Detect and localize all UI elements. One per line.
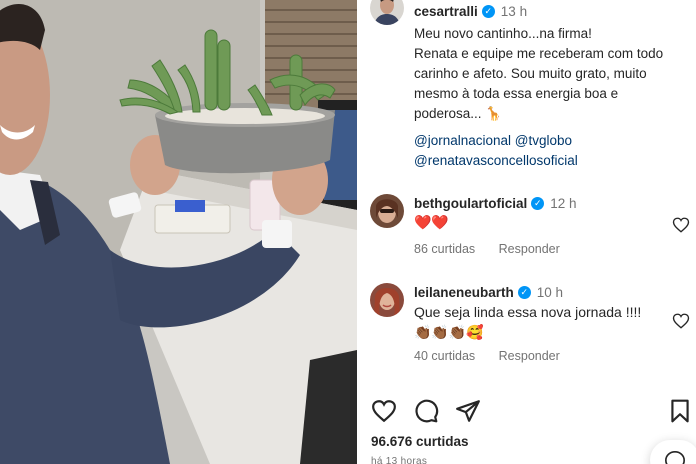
commenter-avatar[interactable] <box>370 194 404 228</box>
heart-icon[interactable] <box>672 216 690 234</box>
commenter-username[interactable]: bethgoulartoficial <box>414 196 527 211</box>
post-time: 13 h <box>500 3 528 19</box>
post-date: há 13 horas <box>371 456 428 464</box>
comment-likes[interactable]: 40 curtidas <box>414 349 475 363</box>
comment-text: ❤️❤️ <box>414 214 449 230</box>
author-username[interactable]: cesartralli <box>414 4 478 19</box>
post-likes-count[interactable]: 96.676 curtidas <box>371 434 469 449</box>
post-header: cesartralli ✓ 13 h <box>370 0 528 25</box>
verified-icon: ✓ <box>531 196 545 210</box>
messages-button[interactable] <box>650 440 696 464</box>
comment-time: 12 h <box>550 195 577 211</box>
mention-link[interactable]: @renatavasconcellosoficial <box>414 151 578 171</box>
comment-likes[interactable]: 86 curtidas <box>414 242 475 256</box>
reply-button[interactable]: Responder <box>499 242 560 256</box>
commenter-username[interactable]: leilaneneubarth <box>414 285 514 300</box>
messenger-icon <box>665 451 685 464</box>
comment-header: leilaneneubarth ✓ 10 h <box>414 283 563 301</box>
comment-emojis: 👏🏾👏🏾👏🏾🥰 <box>414 324 484 340</box>
mention-link[interactable]: @jornalnacional @tvglobo <box>414 131 578 151</box>
heart-icon[interactable] <box>371 398 397 424</box>
post-actions <box>371 398 691 426</box>
comment-meta: 86 curtidas Responder <box>414 242 580 256</box>
comment-icon[interactable] <box>413 398 439 424</box>
post-photo <box>0 0 357 464</box>
bookmark-icon[interactable] <box>667 398 693 424</box>
caption-mentions: @jornalnacional @tvglobo @renatavasconce… <box>414 131 578 171</box>
reply-button[interactable]: Responder <box>499 349 560 363</box>
share-icon[interactable] <box>455 398 481 424</box>
comment-header: bethgoulartoficial ✓ 12 h <box>414 194 577 212</box>
post-panel: cesartralli ✓ 13 h Meu novo cantinho...n… <box>357 0 696 464</box>
verified-icon: ✓ <box>481 4 495 18</box>
caption-text: Meu novo cantinho...na firma! Renata e e… <box>414 26 664 121</box>
comment-text: Que seja linda essa nova jornada !!!! <box>414 304 642 320</box>
comment-meta: 40 curtidas Responder <box>414 349 580 363</box>
commenter-avatar[interactable] <box>370 283 404 317</box>
comment-time: 10 h <box>536 284 564 300</box>
post-caption: Meu novo cantinho...na firma! Renata e e… <box>414 24 689 124</box>
comment-item: leilaneneubarth ✓ 10 h Que seja linda es… <box>370 283 690 368</box>
author-avatar[interactable] <box>370 0 404 25</box>
comment-item: bethgoulartoficial ✓ 12 h ❤️❤️ 86 curtid… <box>370 194 690 266</box>
heart-icon[interactable] <box>672 312 690 330</box>
verified-icon: ✓ <box>517 285 531 299</box>
